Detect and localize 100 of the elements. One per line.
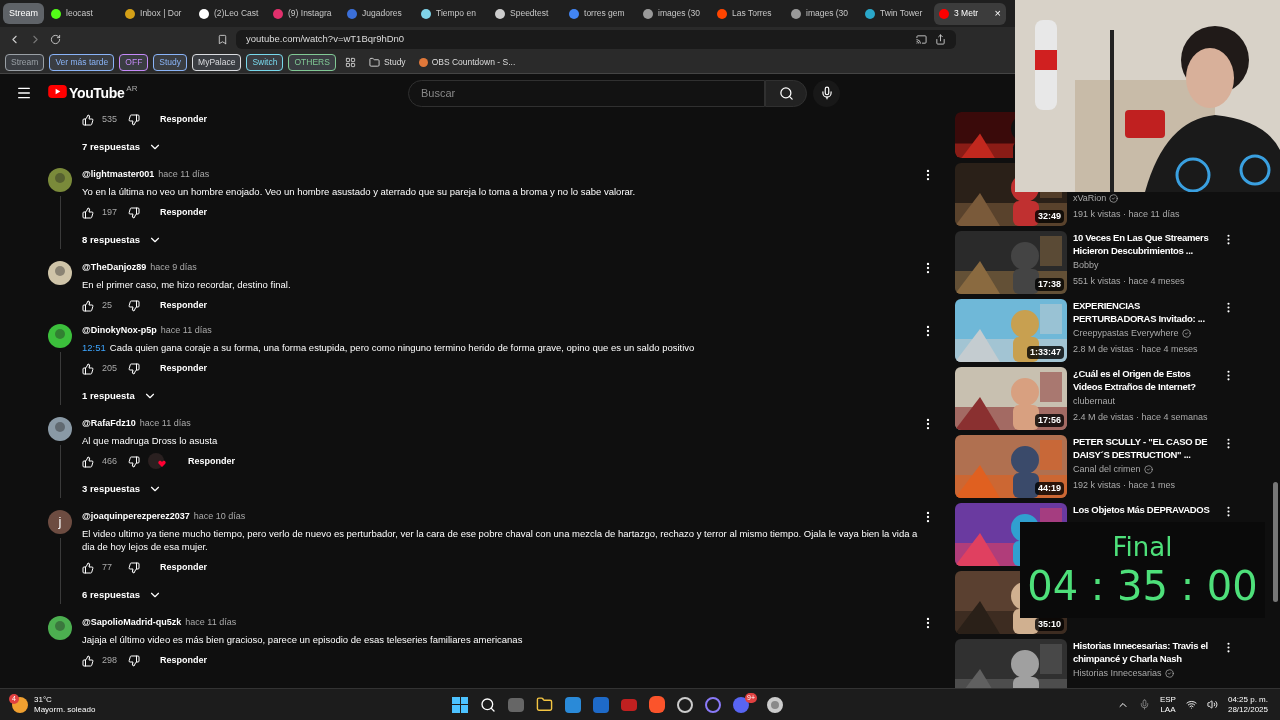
start-icon[interactable] (452, 696, 468, 713)
timestamp-link[interactable]: 12:51 (82, 342, 106, 353)
bookmark-group-chip[interactable]: Study (153, 54, 188, 71)
channel-name[interactable]: Canal del crimen (1073, 463, 1141, 477)
browser-tab[interactable]: 3 Metr × (934, 2, 1006, 25)
browser-tab[interactable]: Inbox | Dor (120, 2, 192, 25)
like-icon[interactable] (82, 207, 94, 219)
bookmark-group-chip[interactable]: MyPalace (192, 54, 242, 71)
comment-time[interactable]: hace 9 días (150, 261, 197, 275)
close-tab-button[interactable]: × (994, 5, 1001, 22)
reply-button[interactable]: Responder (148, 558, 219, 578)
search-button[interactable] (765, 79, 807, 107)
bookmark[interactable]: OBS Countdown - S... (414, 56, 520, 69)
replies-toggle[interactable]: 8 respuestas (82, 232, 163, 248)
video-title[interactable]: EXPERIENCIAS PERTURBADORAS Invitado: ... (1073, 299, 1220, 325)
comment-author[interactable]: @lightmaster001 (82, 168, 155, 182)
comment-time[interactable]: hace 10 días (193, 510, 246, 524)
share-icon[interactable] (935, 34, 946, 45)
youtube-logo[interactable]: YouTube (69, 82, 125, 104)
browser-tab[interactable]: (2)Leo Cast (194, 2, 266, 25)
browser-tab[interactable]: leocast (46, 2, 118, 25)
browser-tab[interactable]: images (30 (786, 2, 858, 25)
replies-toggle[interactable]: 6 respuestas (82, 587, 163, 603)
reply-button[interactable]: Responder (148, 296, 219, 316)
clock-date[interactable]: 28/12/2025 (1227, 704, 1268, 715)
comment-time[interactable]: hace 11 días (160, 324, 212, 338)
bookmark-group-chip[interactable]: Switch (246, 54, 284, 71)
avatar[interactable] (48, 616, 72, 640)
wifi-icon[interactable] (1185, 699, 1197, 710)
comment-author[interactable]: @SapolioMadrid-qu5zk (82, 616, 182, 630)
avatar[interactable] (48, 261, 72, 285)
comment-author[interactable]: @RafaFdz10 (82, 417, 136, 431)
browser-tab[interactable]: Jugadores (342, 2, 414, 25)
video-title[interactable]: Los Objetos Más DEPRAVADOS (1073, 503, 1220, 516)
avatar[interactable] (48, 324, 72, 348)
browser-tab[interactable]: (9) Instagra (268, 2, 340, 25)
video-title[interactable]: 10 Veces En Las Que Streamers Hicieron Descubrimientos ... (1073, 231, 1220, 257)
dislike-icon[interactable] (128, 300, 140, 312)
bookmark-group-chip[interactable]: Ver más tarde (49, 54, 115, 71)
folder-icon[interactable] (536, 696, 553, 713)
replies-toggle[interactable]: 3 respuestas (82, 481, 163, 497)
dislike-icon[interactable] (128, 363, 140, 375)
bookmark-group-chip[interactable]: OFF (119, 54, 149, 71)
reply-button[interactable]: Responder (176, 452, 247, 472)
browser-tab[interactable]: images (30 (638, 2, 710, 25)
comment-time[interactable]: hace 11 días (139, 417, 191, 431)
channel-name[interactable]: Bobby (1073, 259, 1099, 273)
avatar[interactable]: j (48, 510, 72, 534)
like-icon[interactable] (82, 562, 94, 574)
like-icon[interactable] (82, 655, 94, 667)
channel-name[interactable]: clubernaut (1073, 395, 1116, 409)
reply-button[interactable]: Responder (148, 651, 219, 671)
app-icon[interactable] (621, 698, 637, 711)
dislike-icon[interactable] (128, 456, 140, 468)
dislike-icon[interactable] (128, 114, 140, 126)
video-title[interactable]: ¿Cuál es el Origen de Estos Videos Extraños de Internet? (1073, 367, 1220, 393)
dislike-icon[interactable] (128, 655, 140, 667)
clock-time[interactable]: 04:25 p. m. (1227, 694, 1268, 705)
channel-name[interactable]: Creepypastas Everywhere (1073, 327, 1179, 341)
reply-button[interactable]: Responder (148, 203, 219, 223)
comment-time[interactable]: hace 11 días (185, 616, 237, 630)
search-field[interactable]: Buscar (408, 79, 765, 107)
video-title[interactable]: Historias Innecesarias: Travis el chimpancé y Charla Nash (1073, 639, 1220, 665)
reply-button[interactable]: Responder (148, 112, 219, 130)
like-icon[interactable] (82, 300, 94, 312)
voice-search-button[interactable] (813, 79, 840, 107)
bookmark[interactable]: Study (364, 56, 410, 69)
bookmark-icon[interactable] (217, 34, 228, 45)
video-title[interactable]: PETER SCULLY - "EL CASO DE DAISY´S DESTRUCTION" ... (1073, 435, 1220, 461)
reload-icon[interactable] (50, 34, 61, 45)
language-label[interactable]: ESP (1159, 694, 1176, 705)
cast-icon[interactable] (916, 34, 927, 45)
comment-author[interactable]: @joaquinperezperez2037 (82, 510, 190, 524)
bookmark-group-chip[interactable]: Stream (5, 54, 45, 71)
comment-author[interactable]: @DinokyNox-p5p (82, 324, 157, 338)
address-field[interactable]: youtube.com/watch?v=wT1Bqr9hDn0 (236, 30, 956, 49)
menu-icon[interactable] (16, 85, 32, 101)
browser-tab[interactable]: torres gem (564, 2, 636, 25)
like-icon[interactable] (82, 363, 94, 375)
reply-button[interactable]: Responder (148, 359, 219, 379)
volume-icon[interactable] (1206, 699, 1218, 710)
browser-tab[interactable]: Twin Tower (860, 2, 932, 25)
dislike-icon[interactable] (128, 207, 140, 219)
comment-time[interactable]: hace 11 días (158, 168, 210, 182)
browser-tab[interactable]: Tiempo en (416, 2, 488, 25)
like-icon[interactable] (82, 114, 94, 126)
app-icon[interactable] (705, 696, 721, 713)
channel-name[interactable]: xVaRion (1073, 192, 1107, 206)
browser-tab[interactable]: Speedtest (490, 2, 562, 25)
replies-toggle[interactable]: 1 respuesta (82, 388, 157, 404)
keyboard-layout-label[interactable]: LAA (1159, 704, 1176, 715)
comment-author[interactable]: @TheDanjoz89 (82, 261, 147, 275)
channel-name[interactable]: Historias Innecesarias (1073, 667, 1162, 681)
avatar[interactable] (48, 417, 72, 441)
microphone-icon[interactable] (1138, 699, 1150, 710)
search-icon[interactable] (480, 696, 496, 713)
apps-icon[interactable] (344, 57, 356, 68)
dislike-icon[interactable] (128, 562, 140, 574)
tab-group-label[interactable]: Stream (3, 2, 44, 25)
replies-toggle[interactable]: 7 respuestas (82, 139, 163, 155)
